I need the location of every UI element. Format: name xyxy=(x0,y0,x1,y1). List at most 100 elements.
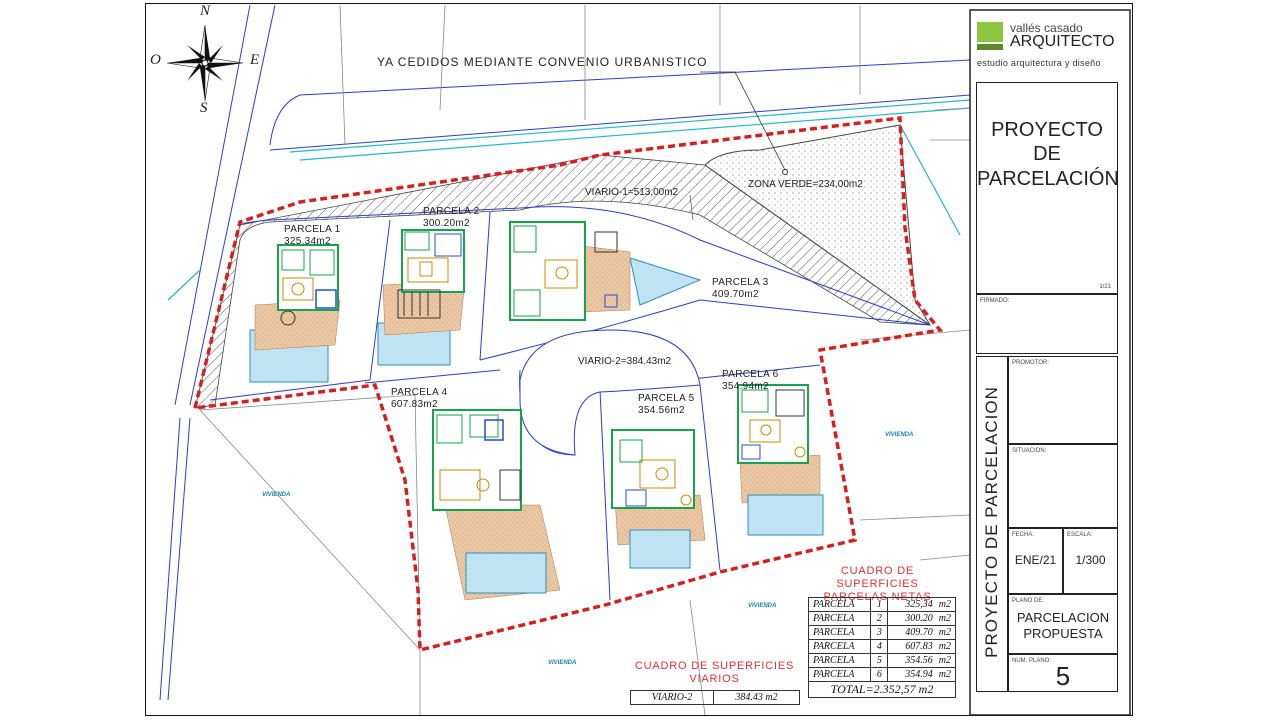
cuadro-viarios-title-1: CUADRO DE SUPERFICIES xyxy=(634,660,795,672)
cuadro-viarios-title: CUADRO DE SUPERFICIES VIARIOS xyxy=(632,660,797,686)
project-title-line-1: PROYECTO xyxy=(991,119,1103,141)
project-date-code: 1/21 xyxy=(1099,284,1111,290)
house-parcela-3 xyxy=(509,221,702,321)
parcela-row-label: PARCELA xyxy=(807,597,872,612)
viario-row-label: VIARIO-2 xyxy=(629,690,715,705)
parcela-row-value: 354.94 m2 xyxy=(887,667,956,682)
fecha-label: FECHA: xyxy=(1012,532,1035,538)
plano-de-label: PLANO DE: xyxy=(1012,598,1045,604)
parcela-3-label: PARCELA 3 409.70m2 xyxy=(712,277,768,301)
parcela-row-unit: m2 xyxy=(938,641,951,652)
situacion-box: SITUACION: xyxy=(1008,444,1118,528)
parcela-row-label: PARCELA xyxy=(807,653,872,668)
vivienda-label-south-2: VIVIENDA xyxy=(548,660,577,666)
ceded-annotation: YA CEDIDOS MEDIANTE CONVENIO URBANISTICO xyxy=(377,55,708,69)
viario-1-label: VIARIO-1=513,00m2 xyxy=(585,187,679,198)
parcela-5-name: PARCELA 5 xyxy=(638,393,695,404)
parcela-4-name: PARCELA 4 xyxy=(391,387,448,398)
plano-de-value-2: PROPUESTA xyxy=(1023,626,1103,641)
total-row: TOTAL=2.352,57 m2 xyxy=(808,681,956,698)
cuadro-viarios-table: VIARIO-2 384.43 m2 xyxy=(629,690,800,705)
escala-value: 1/300 xyxy=(1075,553,1106,567)
parcela-row-num: 2 xyxy=(870,611,889,626)
house-parcela-6 xyxy=(737,384,824,536)
fecha-value: ENE/21 xyxy=(1014,553,1057,567)
promotor-label: PROMOTOR: xyxy=(1012,360,1049,366)
parcela-row-number: 354.56 xyxy=(905,655,933,666)
parcela-1-name: PARCELA 1 xyxy=(284,224,341,235)
parcela-row-number: 354.94 xyxy=(905,669,933,680)
parcela-3-name: PARCELA 3 xyxy=(712,277,769,288)
parcela-5-area: 354.56m2 xyxy=(638,405,685,416)
plano-de-value-1: PARCELACION xyxy=(1016,610,1110,625)
brand-title: ARQUITECTO xyxy=(1010,33,1115,50)
num-plano-value: 5 xyxy=(1055,661,1071,691)
parcela-row-label: PARCELA xyxy=(807,611,872,626)
parcela-2-label: PARCELA 2 300.20m2 xyxy=(423,206,479,230)
viario-2-label: VIARIO-2=384.43m2 xyxy=(578,356,672,367)
parcela-row: PARCELA 4 607.83 m2 xyxy=(807,639,956,654)
parcela-row-value: 409.70 m2 xyxy=(887,625,956,640)
cuadro-parcelas-table: PARCELA 1 325,34 m2 PARCELA 2 300.20 m2 PARCELA 3… xyxy=(807,597,956,698)
vivienda-label-east: VIVIENDA xyxy=(885,432,914,438)
parcela-row: PARCELA 6 354.94 m2 xyxy=(807,667,956,682)
total-cell: TOTAL=2.352,57 m2 xyxy=(808,681,956,698)
firmado-box: FIRMADO: xyxy=(976,294,1118,354)
parcela-row-num: 6 xyxy=(870,667,889,682)
project-title-line-2: DE xyxy=(1033,143,1061,165)
firmado-label: FIRMADO: xyxy=(980,298,1010,304)
parcela-row-unit: m2 xyxy=(938,669,951,680)
parcela-4-label: PARCELA 4 607.83m2 xyxy=(391,387,447,411)
parcela-row-num: 4 xyxy=(870,639,889,654)
house-parcela-1 xyxy=(249,244,341,383)
parcela-4-area: 607.83m2 xyxy=(391,399,438,410)
zona-verde-label: ZONA VERDE=234,00m2 xyxy=(748,179,863,190)
parcela-row-num: 5 xyxy=(870,653,889,668)
compass-n: N xyxy=(200,3,211,19)
parcela-row-value: 300.20 m2 xyxy=(887,611,956,626)
brand-tagline: estudio arquitectura y diseño xyxy=(977,58,1101,68)
parcela-row: PARCELA 2 300.20 m2 xyxy=(807,611,956,626)
parcela-row-unit: m2 xyxy=(938,613,951,624)
parcela-row-number: 409.70 xyxy=(905,627,933,638)
parcela-row-num: 3 xyxy=(870,625,889,640)
compass-rose xyxy=(166,24,244,102)
situacion-label: SITUACION: xyxy=(1012,448,1047,454)
parcela-row-value: 325,34 m2 xyxy=(887,597,956,612)
parcela-row: PARCELA 5 354.56 m2 xyxy=(807,653,956,668)
parcela-row-unit: m2 xyxy=(938,599,951,610)
vivienda-label-south-1: VIVIENDA xyxy=(748,603,777,609)
parcela-row: PARCELA 3 409.70 m2 xyxy=(807,625,956,640)
parcela-row-number: 300.20 xyxy=(905,613,933,624)
parcela-row-num: 1 xyxy=(870,597,889,612)
parcela-row-unit: m2 xyxy=(938,627,951,638)
project-title-box: PROYECTO DE PARCELACIÓN 1/21 xyxy=(976,82,1119,294)
parcela-row-number: 325,34 xyxy=(905,599,933,610)
compass-e: E xyxy=(250,52,260,68)
viario-row-value: 384.43 m2 xyxy=(713,690,800,705)
parcela-2-area: 300.20m2 xyxy=(423,218,470,229)
plano-de-box: PLANO DE: PARCELACION PROPUESTA xyxy=(1008,594,1118,654)
brand-logo-bottom xyxy=(977,44,1003,50)
parcela-6-name: PARCELA 6 xyxy=(722,369,779,380)
parcela-row-label: PARCELA xyxy=(807,667,872,682)
parcela-row-unit: m2 xyxy=(938,655,951,666)
vertical-title: PROYECTO DE PARCELACION xyxy=(982,386,1001,658)
parcela-row: PARCELA 1 325,34 m2 xyxy=(807,597,956,612)
cuadro-parcelas-title-1: CUADRO DE SUPERFICIES xyxy=(836,565,919,590)
vertical-title-box: PROYECTO DE PARCELACION xyxy=(976,356,1008,692)
parcela-1-label: PARCELA 1 325.34m2 xyxy=(284,224,340,248)
house-parcela-5 xyxy=(611,429,706,569)
house-parcela-2 xyxy=(377,229,466,366)
parcela-6-area: 354.94m2 xyxy=(722,381,769,392)
parcela-2-name: PARCELA 2 xyxy=(423,206,480,217)
parcela-row-label: PARCELA xyxy=(807,625,872,640)
parcela-row-number: 607.83 xyxy=(905,641,933,652)
parcela-row-value: 607.83 m2 xyxy=(887,639,956,654)
parcela-3-area: 409.70m2 xyxy=(712,289,759,300)
parcela-row-label: PARCELA xyxy=(807,639,872,654)
cuadro-viarios-title-2: VIARIOS xyxy=(689,673,740,685)
parcela-5-label: PARCELA 5 354.56m2 xyxy=(638,393,694,417)
brand-logo xyxy=(977,22,1003,42)
num-plano-box: NUM. PLANO: 5 xyxy=(1008,654,1118,692)
